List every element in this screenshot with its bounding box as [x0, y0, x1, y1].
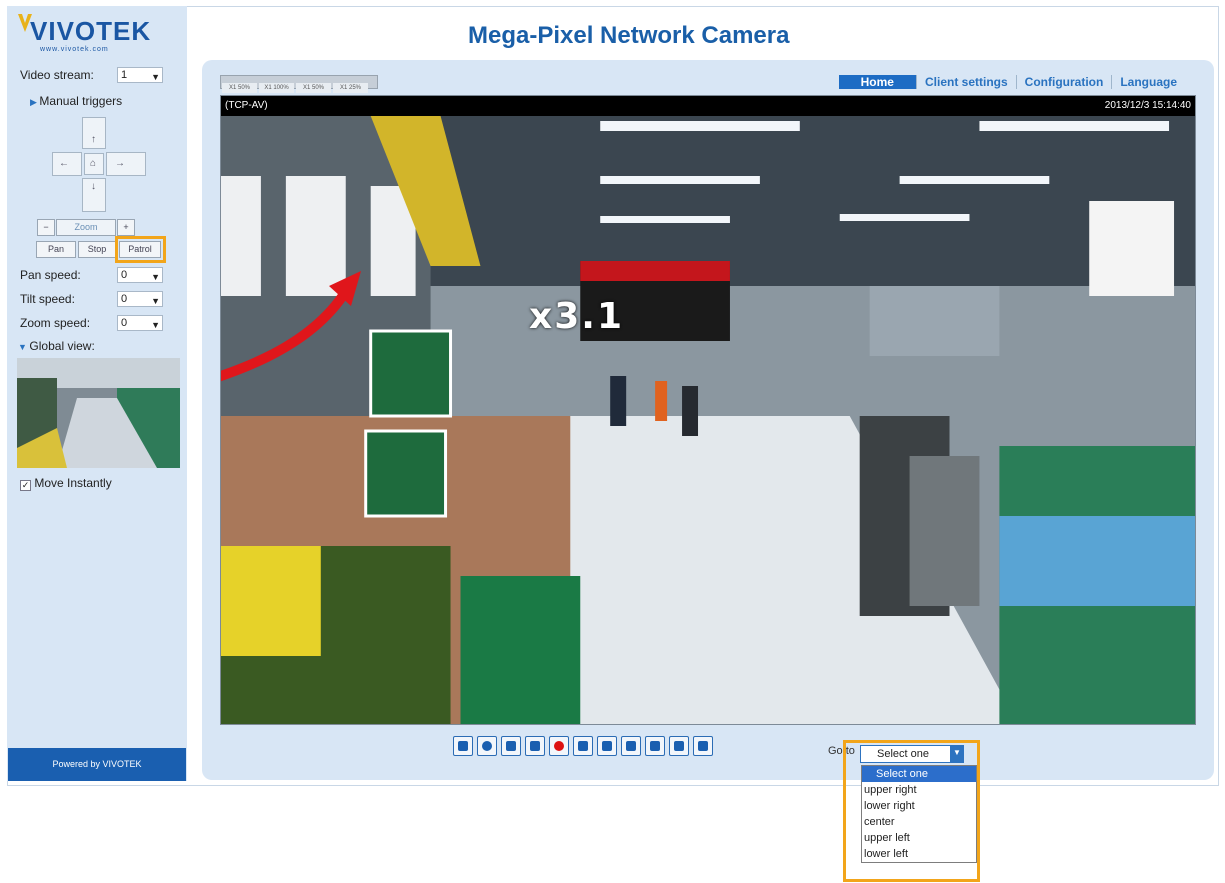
move-instantly-label: Move Instantly: [34, 476, 112, 490]
move-instantly-option[interactable]: ✓ Move Instantly: [20, 476, 112, 491]
chevron-down-icon: ▼: [151, 296, 160, 306]
top-nav: Home Client settings Configuration Langu…: [838, 75, 1185, 89]
nav-home[interactable]: Home: [838, 75, 916, 89]
mic-button[interactable]: [669, 736, 689, 756]
arrow-left-icon: ←: [59, 158, 69, 169]
volume-icon: [578, 741, 588, 751]
stop-button[interactable]: Stop: [78, 241, 116, 258]
home-button[interactable]: ⌂: [84, 153, 104, 175]
video-stream-label: Video stream:: [20, 68, 94, 82]
global-view-toggle[interactable]: ▼ Global view:: [18, 339, 95, 353]
pan-right-button[interactable]: →: [106, 152, 146, 176]
chevron-down-icon: ▼: [151, 320, 160, 330]
zoom-speed-select[interactable]: 0 ▼: [117, 315, 163, 331]
manual-triggers-label: Manual triggers: [39, 94, 123, 108]
record-icon: [554, 741, 564, 751]
view-size-bar: X1 50% X1 100% X1 50% X1 25%: [220, 75, 378, 93]
pan-speed-select[interactable]: 0 ▼: [117, 267, 163, 283]
digital-zoom-button[interactable]: [477, 736, 497, 756]
mic-volume-icon: [650, 741, 660, 751]
fullscreen-button[interactable]: [693, 736, 713, 756]
zoom-arrow-overlay: [221, 271, 361, 382]
volume-button[interactable]: [573, 736, 593, 756]
live-video-viewer[interactable]: (TCP-AV) 2013/12/3 15:14:40 x3.1: [220, 95, 1196, 725]
nav-language[interactable]: Language: [1111, 75, 1185, 89]
tilt-down-button[interactable]: ↓: [82, 178, 106, 212]
talk-icon: [626, 741, 636, 751]
pause-icon: [506, 741, 516, 751]
pause-button[interactable]: [501, 736, 521, 756]
zoom-speed-value: 0: [121, 317, 128, 329]
mute-icon: [602, 741, 612, 751]
arrow-up-icon: ↑: [91, 134, 96, 145]
manual-triggers-toggle[interactable]: ▶ Manual triggers: [30, 94, 122, 108]
chevron-down-icon: ▼: [18, 342, 30, 352]
view-size-tab[interactable]: X1 50%: [296, 83, 331, 93]
global-view-image: [17, 358, 180, 468]
snapshot-icon: [458, 741, 468, 751]
chevron-down-icon: ▼: [151, 72, 160, 82]
tilt-up-button[interactable]: ↑: [82, 117, 106, 149]
snapshot-button[interactable]: [453, 736, 473, 756]
powered-by-footer: Powered by VIVOTEK: [8, 748, 186, 781]
arrow-right-icon: →: [115, 158, 125, 169]
zoom-out-button[interactable]: −: [37, 219, 55, 236]
brand-url: www.vivotek.com: [40, 46, 109, 53]
chevron-right-icon: ▶: [30, 97, 40, 107]
pan-left-button[interactable]: ←: [52, 152, 82, 176]
fullscreen-icon: [698, 741, 708, 751]
tilt-speed-select[interactable]: 0 ▼: [117, 291, 163, 307]
pan-button[interactable]: Pan: [36, 241, 76, 258]
tilt-speed-value: 0: [121, 293, 128, 305]
nav-configuration[interactable]: Configuration: [1015, 75, 1112, 89]
player-toolbar: [453, 736, 713, 756]
home-icon: ⌂: [90, 158, 97, 169]
mic-volume-button[interactable]: [645, 736, 665, 756]
global-view-thumbnail[interactable]: [17, 358, 180, 468]
pan-speed-value: 0: [121, 269, 128, 281]
pan-speed-label: Pan speed:: [20, 268, 81, 282]
zoom-in-button[interactable]: +: [117, 219, 135, 236]
brand-name: VIVOTEK: [30, 16, 152, 46]
zoom-label: Zoom: [56, 219, 116, 236]
view-size-tab[interactable]: X1 25%: [333, 83, 368, 93]
zoom-speed-label: Zoom speed:: [20, 316, 91, 330]
vivotek-logo: VIVOTEK www.vivotek.com: [18, 8, 178, 54]
video-stream-value: 1: [121, 69, 128, 81]
talk-button[interactable]: [621, 736, 641, 756]
patrol-highlight: [115, 236, 166, 263]
record-button[interactable]: [549, 736, 569, 756]
mute-button[interactable]: [597, 736, 617, 756]
digital-zoom-icon: [482, 741, 492, 751]
page-title: Mega-Pixel Network Camera: [468, 22, 790, 49]
move-instantly-checkbox[interactable]: ✓: [20, 480, 31, 491]
global-view-label: Global view:: [29, 339, 95, 353]
goto-highlight: [843, 740, 980, 882]
view-size-tab[interactable]: X1 100%: [259, 83, 294, 93]
stop-video-button[interactable]: [525, 736, 545, 756]
mic-icon: [674, 741, 684, 751]
video-stream-select[interactable]: 1 ▼: [117, 67, 163, 83]
tilt-speed-label: Tilt speed:: [20, 292, 75, 306]
zoom-factor-label: x3.1: [529, 296, 624, 337]
arrow-down-icon: ↓: [91, 181, 96, 192]
chevron-down-icon: ▼: [151, 272, 160, 282]
view-size-tab[interactable]: X1 50%: [222, 83, 257, 93]
nav-client-settings[interactable]: Client settings: [915, 75, 1016, 89]
stop-icon: [530, 741, 540, 751]
